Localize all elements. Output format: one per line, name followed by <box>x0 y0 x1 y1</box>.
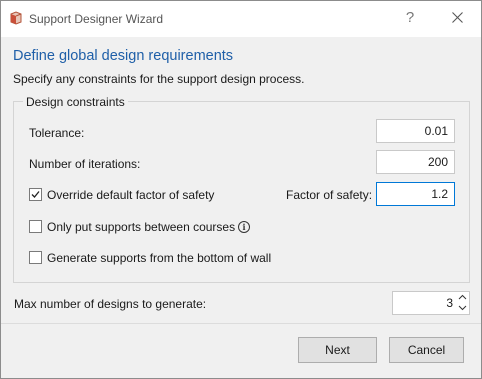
help-button[interactable]: ? <box>393 4 427 32</box>
info-icon[interactable]: i <box>238 221 250 233</box>
max-designs-value[interactable]: 3 <box>393 296 453 310</box>
chevron-up-icon <box>458 294 467 300</box>
only-between-courses-label[interactable]: Only put supports between courses <box>47 220 235 234</box>
factor-of-safety-input[interactable]: 1.2 <box>376 182 455 206</box>
next-button[interactable]: Next <box>298 337 377 363</box>
page-subtitle: Specify any constraints for the support … <box>13 72 305 86</box>
iterations-label: Number of iterations: <box>29 157 141 171</box>
group-title: Design constraints <box>23 95 128 109</box>
title-bar: Support Designer Wizard ? <box>1 1 481 37</box>
wizard-header: Define global design requirements Specif… <box>1 37 481 90</box>
chevron-down-icon <box>458 305 467 311</box>
wizard-window: Support Designer Wizard ? Define global … <box>0 0 482 379</box>
generate-from-bottom-checkbox[interactable] <box>29 251 42 264</box>
spin-up-button[interactable] <box>456 292 469 303</box>
max-designs-label: Max number of designs to generate: <box>14 297 207 311</box>
wall-icon <box>10 11 22 25</box>
iterations-input[interactable]: 200 <box>376 150 455 174</box>
only-between-courses-checkbox[interactable] <box>29 220 42 233</box>
tolerance-input[interactable]: 0.01 <box>376 119 455 143</box>
tolerance-label: Tolerance: <box>29 126 85 140</box>
max-designs-spinbox[interactable]: 3 <box>392 291 470 315</box>
override-safety-checkbox[interactable] <box>29 188 42 201</box>
factor-of-safety-label: Factor of safety: <box>286 188 373 202</box>
footer-separator <box>1 323 481 324</box>
cancel-button[interactable]: Cancel <box>389 337 464 363</box>
page-title: Define global design requirements <box>13 48 234 64</box>
override-safety-label[interactable]: Override default factor of safety <box>47 188 214 202</box>
spin-down-button[interactable] <box>456 303 469 314</box>
checkmark-icon <box>31 191 40 198</box>
close-icon <box>452 12 463 23</box>
generate-from-bottom-label[interactable]: Generate supports from the bottom of wal… <box>47 251 271 265</box>
close-button[interactable] <box>441 4 475 32</box>
window-title: Support Designer Wizard <box>29 12 164 26</box>
